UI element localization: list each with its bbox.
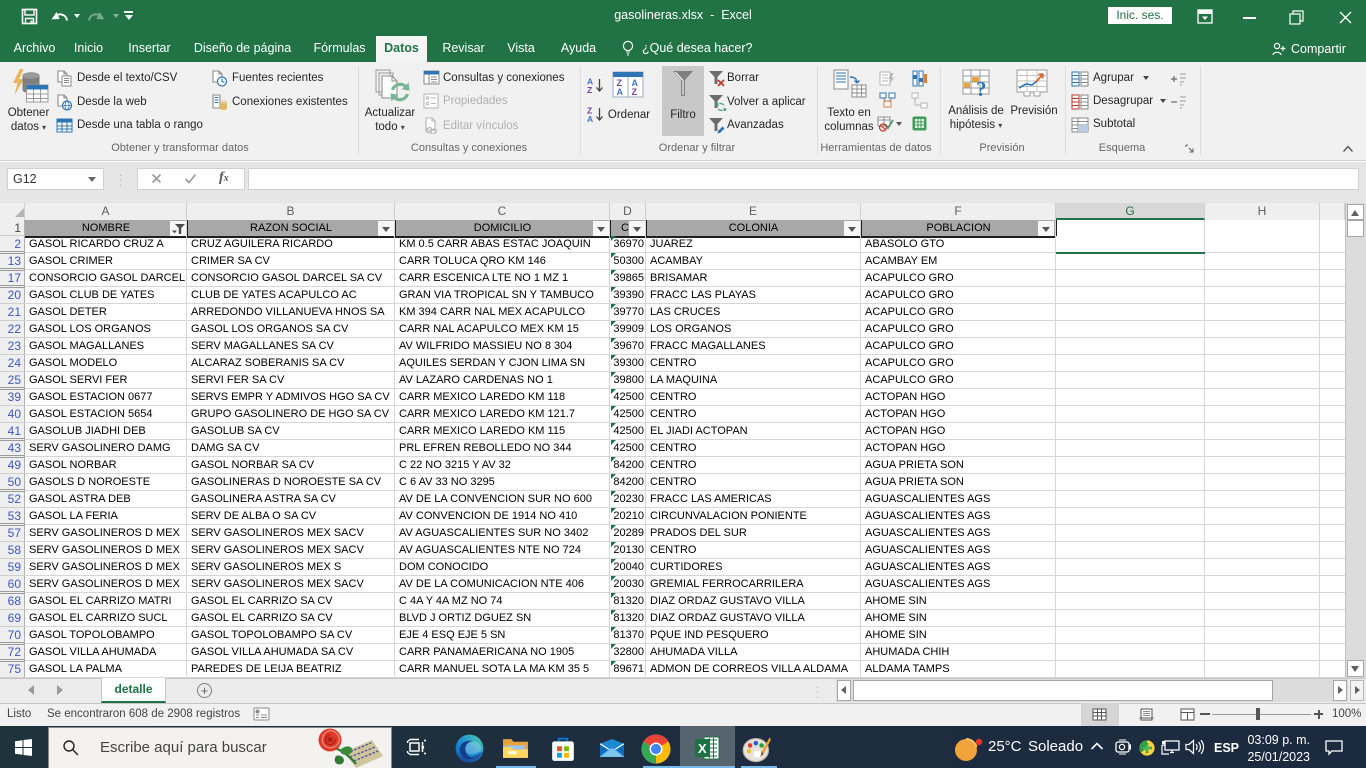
svg-text:?: ? — [976, 77, 987, 99]
svg-text:X: X — [698, 741, 707, 756]
svg-text:Z: Z — [632, 87, 638, 97]
svg-text:Z: Z — [587, 85, 592, 94]
svg-text:A: A — [617, 87, 624, 97]
svg-text:A: A — [587, 114, 593, 123]
